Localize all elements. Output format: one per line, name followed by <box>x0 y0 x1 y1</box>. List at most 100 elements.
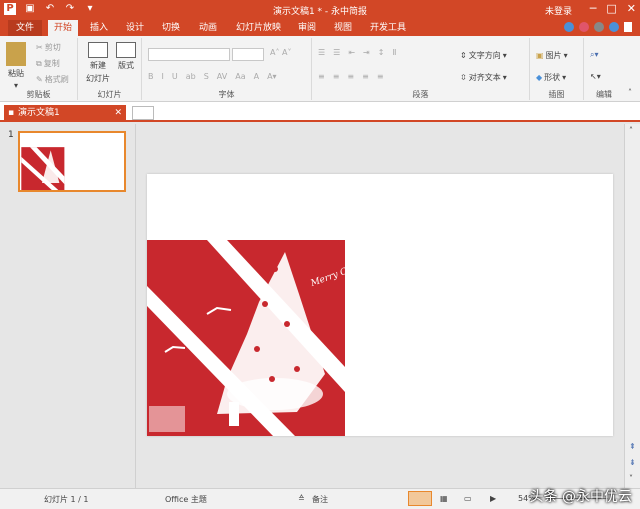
skin-icon[interactable] <box>579 22 589 32</box>
thumbnail-image <box>21 147 65 190</box>
layout-button[interactable]: 版式 <box>116 42 136 71</box>
brush-icon: ✎ <box>36 75 43 84</box>
notes-button[interactable]: 备注 <box>312 494 328 505</box>
align-text-icon: ⇳ <box>460 73 467 82</box>
font-grow-icon[interactable]: A˄ A˅ <box>270 48 292 57</box>
scissors-icon: ✂ <box>36 43 43 52</box>
collapse-ribbon-icon[interactable]: ˄ <box>628 88 632 97</box>
tab-view[interactable]: 视图 <box>328 20 358 36</box>
tab-home[interactable]: 开始 <box>48 20 79 36</box>
align-row: ≡ ≡ ≡ ≡ ≡ <box>318 72 384 81</box>
scroll-up-icon[interactable]: ˄ <box>629 126 633 135</box>
tab-file[interactable]: 文件 <box>8 20 42 36</box>
document-icon: ▪ <box>8 108 15 118</box>
strikethrough-icon[interactable]: ab <box>186 72 196 81</box>
help-icon[interactable] <box>564 22 574 32</box>
group-label: 剪贴板 <box>26 90 51 99</box>
group-font: A˄ A˅ B I Uab S AV Aa A A▾ 字体 <box>142 38 312 100</box>
window-controls: ─ □ ✕ <box>590 2 636 15</box>
group-clipboard: 粘贴 ▾ ✂ 剪切 ⧉ 复制 ✎ 格式刷 剪贴板 <box>0 38 78 100</box>
clear-format-icon[interactable]: A <box>254 72 259 81</box>
scroll-down-icon[interactable]: ˅ <box>629 474 633 483</box>
tab-animations[interactable]: 动画 <box>193 20 223 36</box>
justify-icon[interactable]: ≡ <box>362 72 369 81</box>
tab-insert[interactable]: 插入 <box>84 20 114 36</box>
normal-view-icon[interactable] <box>408 491 432 506</box>
slide-canvas[interactable]: Merry Christmas <box>147 174 613 436</box>
slide-editor: Merry Christmas <box>136 124 624 488</box>
group-drawing: ▣ 图片 ▾ ◆ 形状 ▾ 插图 <box>530 38 584 100</box>
text-direction-icon: ⇕ <box>460 51 467 60</box>
align-left-icon[interactable]: ≡ <box>318 72 325 81</box>
align-right-icon[interactable]: ≡ <box>347 72 354 81</box>
font-name-select[interactable] <box>148 48 230 61</box>
group-slides: 新建 幻灯片 版式 幻灯片 <box>78 38 142 100</box>
case-icon[interactable]: Aa <box>235 72 245 81</box>
prev-slide-icon[interactable]: ⇞ <box>629 442 636 451</box>
tab-review[interactable]: 审阅 <box>292 20 322 36</box>
picture-icon: ▣ <box>536 51 544 60</box>
tab-design[interactable]: 设计 <box>120 20 150 36</box>
line-spacing-icon[interactable]: ↕ <box>378 48 385 57</box>
collapse-icon[interactable] <box>624 22 632 32</box>
info-icon[interactable] <box>594 22 604 32</box>
tab-slideshow[interactable]: 幻灯片放映 <box>230 20 287 36</box>
indent-icon[interactable]: ⇤ <box>348 48 355 57</box>
font-size-select[interactable] <box>232 48 264 61</box>
find-icon[interactable]: ⌕▾ <box>590 50 599 60</box>
spacing-icon[interactable]: AV <box>217 72 227 81</box>
vertical-scrollbar[interactable]: ˄ ⇞ ⇟ ˅ <box>624 124 640 488</box>
tab-icons <box>564 22 632 32</box>
shadow-icon[interactable]: S <box>204 72 209 81</box>
next-slide-icon[interactable]: ⇟ <box>629 458 636 467</box>
ribbon: 粘贴 ▾ ✂ 剪切 ⧉ 复制 ✎ 格式刷 剪贴板 新建 幻灯片 版式 幻灯片 A˄ A… <box>0 36 640 102</box>
italic-icon[interactable]: I <box>162 72 164 81</box>
close-icon[interactable]: ✕ <box>627 2 636 15</box>
new-slide-button[interactable]: 新建 幻灯片 <box>86 42 110 84</box>
align-text-button[interactable]: ⇳ 对齐文本 ▾ <box>460 72 507 83</box>
align-center-icon[interactable]: ≡ <box>333 72 340 81</box>
distribute-icon[interactable]: ≡ <box>377 72 384 81</box>
christmas-image[interactable] <box>147 174 613 436</box>
bold-icon[interactable]: B <box>148 72 154 81</box>
shape-button[interactable]: ◆ 形状 ▾ <box>536 72 566 83</box>
document-tabs: ▪ 演示文稿1 ✕ <box>0 102 640 122</box>
maximize-icon[interactable]: □ <box>606 2 616 15</box>
tab-transitions[interactable]: 切换 <box>156 20 186 36</box>
tab-developer[interactable]: 开发工具 <box>364 20 412 36</box>
select-icon[interactable]: ↖▾ <box>590 72 601 81</box>
cut-button[interactable]: ✂ 剪切 <box>36 42 61 53</box>
watermark: 头条 @永中优云 <box>529 489 632 505</box>
sorter-view-icon[interactable]: ▦ <box>440 494 448 503</box>
new-document-button[interactable] <box>132 106 154 120</box>
format-painter-button[interactable]: ✎ 格式刷 <box>36 74 69 85</box>
slide-thumbnail[interactable] <box>18 131 126 192</box>
layout-icon <box>116 42 136 58</box>
close-tab-icon[interactable]: ✕ <box>114 105 122 122</box>
theme-name: Office 主题 <box>165 495 207 504</box>
bullets-icon[interactable]: ☰ <box>318 48 325 57</box>
copy-button[interactable]: ⧉ 复制 <box>36 58 60 69</box>
notes-icon[interactable]: ≙ <box>298 494 305 503</box>
paste-button[interactable]: 粘贴 ▾ <box>6 42 26 90</box>
user-status[interactable]: 未登录 <box>545 4 572 17</box>
slideshow-view-icon[interactable]: ▶ <box>490 494 496 503</box>
slide-count: 幻灯片 1 / 1 <box>44 495 89 504</box>
minimize-icon[interactable]: ─ <box>590 2 597 15</box>
ribbon-tabs: 文件 开始 插入 设计 切换 动画 幻灯片放映 审阅 视图 开发工具 <box>0 20 640 36</box>
text-direction-button[interactable]: ⇕ 文字方向 ▾ <box>460 50 507 61</box>
reading-view-icon[interactable]: ▭ <box>464 494 472 503</box>
paste-icon <box>6 42 26 66</box>
columns-icon[interactable]: Ⅱ <box>392 48 396 57</box>
numbering-icon[interactable]: ☰ <box>333 48 340 57</box>
outdent-icon[interactable]: ⇥ <box>363 48 370 57</box>
shape-icon: ◆ <box>536 73 543 82</box>
new-slide-icon <box>88 42 108 58</box>
list-row: ☰ ☰ ⇤ ⇥ ↕ Ⅱ <box>318 48 396 57</box>
font-color-icon[interactable]: A▾ <box>267 72 277 81</box>
menu-icon[interactable] <box>609 22 619 32</box>
picture-button[interactable]: ▣ 图片 ▾ <box>536 50 568 61</box>
document-tab[interactable]: ▪ 演示文稿1 ✕ <box>4 105 126 122</box>
font-format-row: B I Uab S AV Aa A A▾ <box>148 72 277 81</box>
underline-icon[interactable]: U <box>172 72 178 81</box>
